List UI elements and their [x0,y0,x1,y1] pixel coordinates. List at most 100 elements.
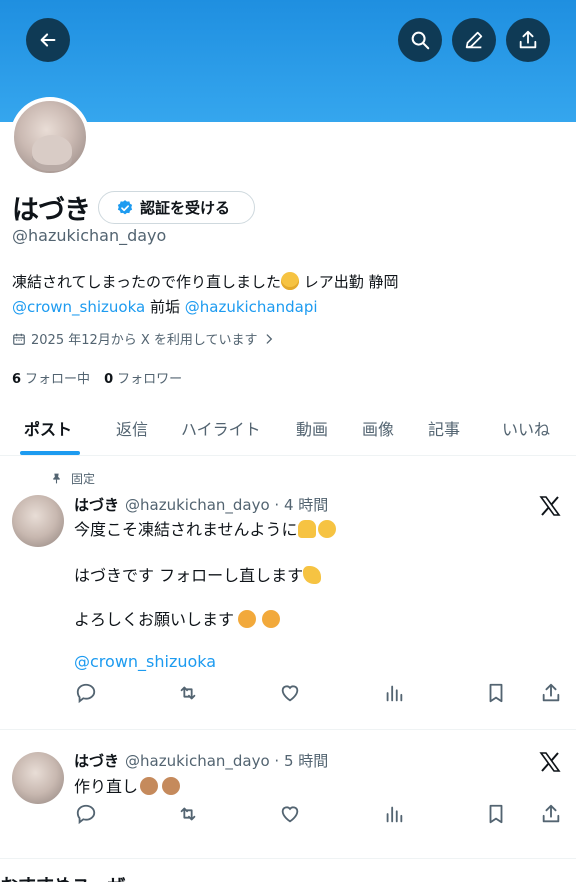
views-icon [386,685,403,702]
back-arrow-icon [40,33,56,47]
profile-banner[interactable] [0,0,576,122]
tab-videos[interactable]: 動画 [296,416,328,440]
reply-button[interactable] [75,682,99,706]
post-author-name[interactable]: はづき [74,752,119,770]
x-logo-icon[interactable] [538,494,562,518]
like-button[interactable] [279,682,303,706]
get-verified-button[interactable]: 認証を受ける [98,191,255,224]
x-logo-icon[interactable] [538,750,562,774]
bio-text-tail: レア出勤 静岡 [298,273,399,291]
followers-label: フォロワー [117,372,183,387]
post-text-1: 作り直し [74,777,139,796]
joined-date[interactable]: 2025 年12月から X を利用しています [12,329,281,348]
post-divider [0,858,576,859]
profile-tabs: ポスト 返信 ハイライト 動画 画像 記事 いいね [0,404,576,456]
views-icon [386,806,403,823]
tab-replies[interactable]: 返信 [116,416,148,440]
post-mention[interactable]: @crown_shizuoka [74,652,216,671]
post-text-line: よろしくお願いします [74,606,281,630]
see-no-evil-monkey-emoji [162,777,181,795]
tab-articles[interactable]: 記事 [428,416,460,440]
post-text-line: はづきです フォローし直します [74,562,322,586]
like-button[interactable] [279,803,303,827]
praying-hands-emoji [297,520,316,538]
bookmark-icon [489,683,503,703]
search-icon [411,31,430,50]
like-icon [281,685,299,702]
active-tab-indicator [20,451,80,455]
bookmark-button[interactable] [485,682,509,706]
calendar-icon [13,333,25,345]
bookmark-icon [489,804,503,824]
repost-button[interactable] [177,682,201,706]
post-meta: @hazukichan_dayo · 4 時間 [125,496,329,514]
follow-stats: 6 フォロー中 0 フォロワー [12,368,182,387]
edit-icon [465,31,483,49]
get-verified-label: 認証を受ける [140,199,231,217]
back-button[interactable] [26,18,70,62]
share-icon [542,804,560,823]
repost-button[interactable] [177,803,201,827]
like-icon [281,806,299,823]
search-button[interactable] [398,18,442,62]
post-meta: @hazukichan_dayo · 5 時間 [125,752,329,770]
post-author-name[interactable]: はづき [74,496,119,514]
following-label: フォロー中 [25,372,91,387]
recommended-users-heading: おすすめユーザー [0,872,144,882]
tab-posts[interactable]: ポスト [24,416,72,440]
pleading-face-emoji [280,272,299,290]
post-text-1: 今度こそ凍結されませんように [74,520,298,539]
tab-photos[interactable]: 画像 [362,416,394,440]
post-avatar[interactable] [12,752,64,804]
reply-icon [76,683,96,704]
profile-avatar[interactable] [10,97,90,177]
followers-link[interactable]: 0 フォロワー [104,368,182,387]
reply-icon [76,804,96,825]
share-profile-button[interactable] [506,18,550,62]
edit-profile-button[interactable] [452,18,496,62]
profile-name: はづき [12,195,91,226]
post-divider [0,729,576,730]
post-actions [0,803,576,833]
following-count: 6 [12,372,22,387]
profile-bio: 凍結されてしまったので作り直しました レア出勤 静岡 @crown_shizuo… [12,270,562,320]
post-avatar[interactable] [12,495,64,547]
bio-mention-old-account[interactable]: @hazukichandapi [185,298,318,316]
profile-handle: @hazukichan_dayo [12,226,167,245]
share-post-button[interactable] [540,803,564,827]
pin-icon [53,473,60,484]
post-actions [0,682,576,712]
tab-likes[interactable]: いいね [502,416,550,440]
kissing-cat-emoji [262,610,281,628]
bio-mid-text: 前垢 [145,298,185,316]
chevron-right-icon [266,333,272,344]
post-header: はづき @hazukichan_dayo · 4 時間 [74,494,328,515]
joined-text: 2025 年12月から X を利用しています [31,333,258,348]
views-button[interactable] [383,803,407,827]
repost-icon [180,686,196,700]
reply-button[interactable] [75,803,99,827]
kissing-cat-emoji [238,610,257,628]
bookmark-button[interactable] [485,803,509,827]
share-icon [519,30,537,49]
tab-highlights[interactable]: ハイライト [181,416,261,440]
pinned-label: 固定 [71,472,96,486]
post-text-line: 作り直し [74,773,181,797]
share-icon [542,683,560,702]
post-header: はづき @hazukichan_dayo · 5 時間 [74,750,328,771]
views-button[interactable] [383,682,407,706]
see-no-evil-monkey-emoji [140,777,159,795]
bio-text: 凍結されてしまったので作り直しました [12,273,281,291]
share-post-button[interactable] [540,682,564,706]
repost-icon [180,807,196,821]
clapping-hands-emoji [303,566,322,584]
following-link[interactable]: 6 フォロー中 [12,368,90,387]
bio-mention-crown[interactable]: @crown_shizuoka [12,298,145,316]
post-text-3: よろしくお願いします [74,610,235,629]
verified-badge-icon [117,199,133,214]
post-text-2: はづきです フォローし直します [74,566,304,585]
tears-of-joy-emoji [317,520,336,538]
pinned-indicator: 固定 [50,470,95,487]
followers-count: 0 [104,372,114,387]
post-text-line: 今度こそ凍結されませんように [74,516,336,540]
